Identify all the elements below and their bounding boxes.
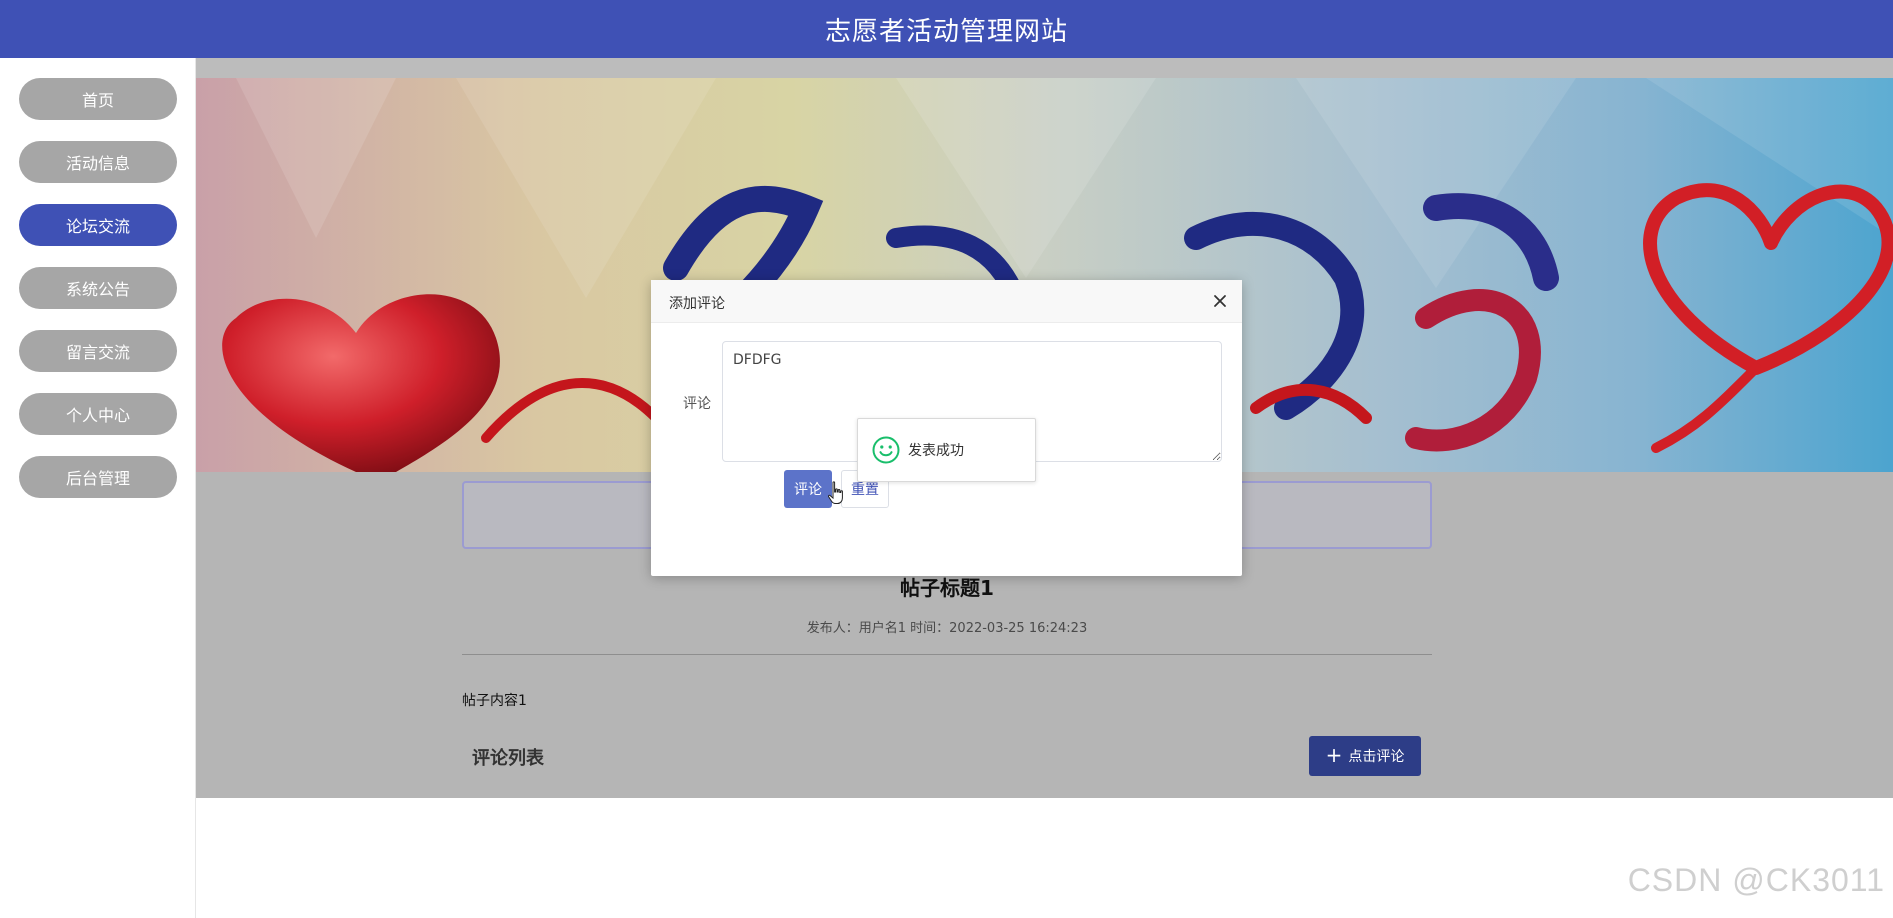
hand-cursor-icon [827, 481, 843, 504]
post-content: 帖子内容1 [462, 693, 527, 709]
submit-comment-button[interactable]: 评论 [784, 470, 832, 508]
sidebar-item-announcements[interactable]: 系统公告 [19, 267, 177, 309]
app-window: 志愿者活动管理网站 首页 活动信息 论坛交流 系统公告 留言交流 个人中心 后台… [0, 0, 1893, 918]
site-header: 志愿者活动管理网站 [0, 0, 1893, 58]
dialog-header: 添加评论 [651, 280, 1242, 323]
sidebar: 首页 活动信息 论坛交流 系统公告 留言交流 个人中心 后台管理 [0, 58, 196, 918]
sidebar-item-admin[interactable]: 后台管理 [19, 456, 177, 498]
watermark: CSDN @CK3011 [1627, 862, 1885, 898]
sidebar-item-profile[interactable]: 个人中心 [19, 393, 177, 435]
success-toast: 发表成功 [857, 418, 1036, 482]
comment-field-label: 评论 [683, 396, 711, 412]
dialog-title: 添加评论 [669, 296, 725, 312]
add-comment-button-label: 点击评论 [1348, 749, 1405, 765]
sidebar-item-activities[interactable]: 活动信息 [19, 141, 177, 183]
add-comment-button[interactable]: + 点击评论 [1309, 736, 1421, 776]
smile-icon [872, 436, 900, 464]
site-title: 志愿者活动管理网站 [824, 16, 1068, 47]
sidebar-item-messages[interactable]: 留言交流 [19, 330, 177, 372]
toast-message: 发表成功 [908, 443, 964, 459]
sidebar-item-home[interactable]: 首页 [19, 78, 177, 120]
plus-icon: + [1325, 743, 1343, 767]
post-divider [462, 654, 1432, 655]
sidebar-item-forum[interactable]: 论坛交流 [19, 204, 177, 246]
post-title: 帖子标题1 [900, 576, 994, 600]
comment-list-title: 评论列表 [472, 748, 544, 769]
post-meta: 发布人：用户名1 时间：2022-03-25 16:24:23 [806, 621, 1088, 636]
top-strip [196, 58, 1893, 78]
close-icon[interactable] [1209, 290, 1231, 312]
